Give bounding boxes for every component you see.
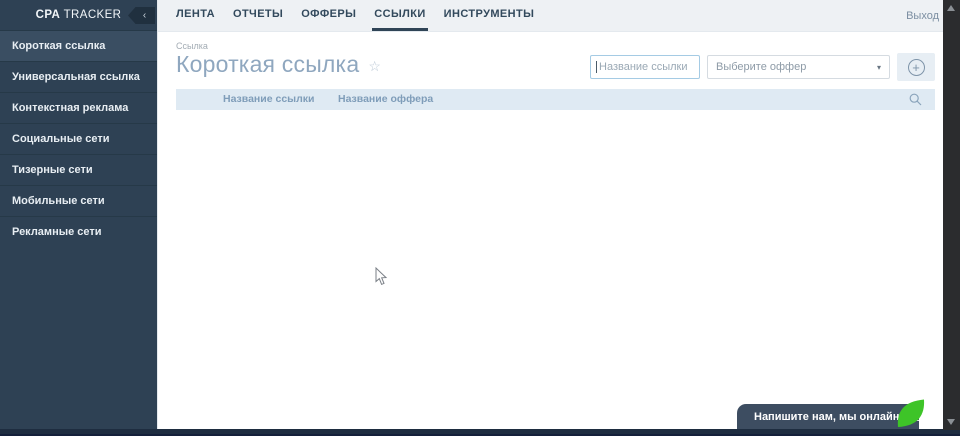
tab-lenta[interactable]: ЛЕНТА bbox=[174, 0, 217, 31]
chat-message: Напишите нам, мы онлайн! bbox=[754, 410, 904, 423]
sidebar-menu: Короткая ссылка Универсальная ссылка Кон… bbox=[0, 30, 157, 247]
page-content: Ссылка Короткая ссылка ☆ Выберите оффер … bbox=[158, 32, 943, 429]
scroll-down-icon[interactable] bbox=[947, 419, 955, 425]
scroll-up-icon[interactable] bbox=[947, 5, 955, 11]
app-logo-bold: CPA bbox=[35, 9, 61, 21]
favorite-star-icon[interactable]: ☆ bbox=[368, 58, 381, 75]
offer-select-value: Выберите оффер bbox=[716, 61, 807, 73]
title-row: Короткая ссылка ☆ bbox=[176, 51, 381, 78]
app-logo: CPA TRACKER bbox=[36, 9, 122, 21]
table-header: Название ссылки Название оффера bbox=[176, 89, 935, 110]
link-name-input[interactable] bbox=[590, 55, 700, 79]
breadcrumb: Ссылка bbox=[176, 41, 208, 51]
vertical-scrollbar[interactable] bbox=[943, 0, 960, 430]
sidebar-header: CPA TRACKER ‹ bbox=[0, 0, 157, 30]
sidebar-item-short-link[interactable]: Короткая ссылка bbox=[0, 30, 157, 61]
sidebar-item-teaser-networks[interactable]: Тизерные сети bbox=[0, 154, 157, 185]
sidebar-item-universal-link[interactable]: Универсальная ссылка bbox=[0, 61, 157, 92]
top-navigation: ЛЕНТА ОТЧЕТЫ ОФФЕРЫ ССЫЛКИ ИНСТРУМЕНТЫ В… bbox=[158, 0, 943, 32]
text-caret bbox=[596, 61, 597, 73]
chat-widget[interactable]: Напишите нам, мы онлайн! jivo bbox=[737, 399, 925, 429]
sidebar-item-contextual-ads[interactable]: Контекстная реклама bbox=[0, 92, 157, 123]
logout-link[interactable]: Выход bbox=[906, 0, 939, 31]
jivo-leaf-icon bbox=[897, 399, 925, 427]
tab-tools[interactable]: ИНСТРУМЕНТЫ bbox=[442, 0, 537, 31]
link-name-input-wrap bbox=[590, 55, 700, 79]
add-link-button[interactable]: + bbox=[897, 53, 935, 81]
sidebar: CPA TRACKER ‹ Короткая ссылка Универсаль… bbox=[0, 0, 157, 429]
tab-offers[interactable]: ОФФЕРЫ bbox=[299, 0, 358, 31]
app-logo-rest: TRACKER bbox=[60, 9, 122, 21]
search-icon[interactable] bbox=[909, 93, 922, 106]
sidebar-collapse-button[interactable]: ‹ bbox=[128, 7, 155, 24]
offer-select[interactable]: Выберите оффер ▾ bbox=[707, 55, 890, 79]
window-bottom-edge bbox=[0, 429, 960, 436]
filter-controls: Выберите оффер ▾ + bbox=[590, 53, 935, 81]
chevron-down-icon: ▾ bbox=[876, 62, 881, 72]
main-area: ЛЕНТА ОТЧЕТЫ ОФФЕРЫ ССЫЛКИ ИНСТРУМЕНТЫ В… bbox=[157, 0, 943, 429]
sidebar-item-ad-networks[interactable]: Рекламные сети bbox=[0, 216, 157, 247]
column-header-offer-name[interactable]: Название оффера bbox=[338, 89, 433, 110]
tab-reports[interactable]: ОТЧЕТЫ bbox=[231, 0, 285, 31]
page-title: Короткая ссылка bbox=[176, 51, 360, 77]
column-header-link-name[interactable]: Название ссылки bbox=[223, 89, 315, 110]
sidebar-item-mobile-networks[interactable]: Мобильные сети bbox=[0, 185, 157, 216]
tab-links[interactable]: ССЫЛКИ bbox=[372, 0, 428, 31]
chevron-left-icon: ‹ bbox=[142, 9, 147, 21]
plus-icon: + bbox=[907, 58, 925, 76]
sidebar-item-social-networks[interactable]: Социальные сети bbox=[0, 123, 157, 154]
